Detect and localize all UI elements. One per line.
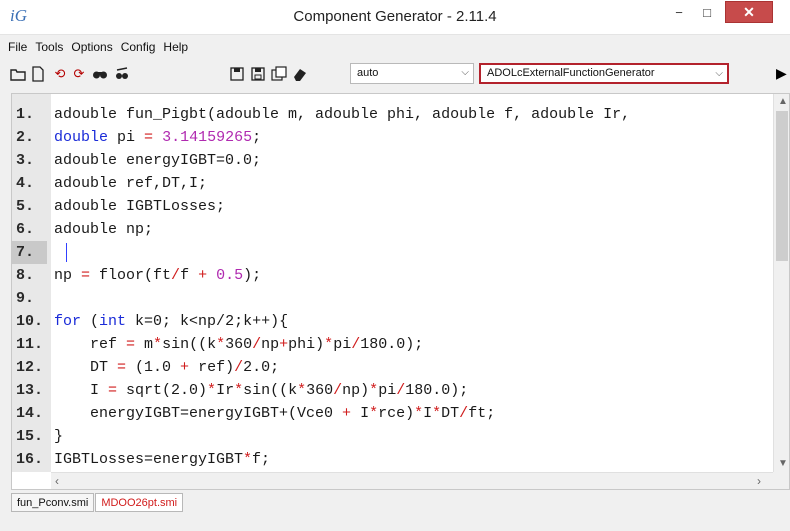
horizontal-scrollbar[interactable]: ‹ › <box>51 472 773 489</box>
code-line: 10. for (int k=0; k<np/2;k++){ <box>12 310 772 333</box>
menu-bar: File Tools Options Config Help <box>0 36 790 58</box>
scrollbar-corner <box>773 472 789 489</box>
code-text: adouble IGBTLosses; <box>54 198 226 215</box>
mode-select-value: auto <box>357 67 379 79</box>
code-line: 3. adouble energyIGBT=0.0; <box>12 149 772 172</box>
code-line: 1. adouble fun_Pigbt(adouble m, adouble … <box>12 103 772 126</box>
open-folder-icon[interactable] <box>10 66 26 82</box>
code-text: } <box>54 428 64 445</box>
menu-tools[interactable]: Tools <box>35 40 63 54</box>
generator-select[interactable]: ADOLcExternalFunctionGenerator ⌵ <box>479 63 729 84</box>
file-tabs: fun_Pconv.smi MDOO26pt.smi <box>11 493 184 513</box>
scroll-up-icon[interactable]: ▲ <box>778 96 788 107</box>
chevron-down-icon: ⌵ <box>461 67 469 78</box>
code-line: 14. energyIGBT=energyIGBT+(Vce0 + I*rce)… <box>12 402 772 425</box>
code-text: for (int k=0; k<np/2;k++){ <box>54 313 289 330</box>
text-caret <box>66 243 67 262</box>
line-number: 13. <box>16 382 44 399</box>
mode-select[interactable]: auto ⌵ <box>350 63 474 84</box>
play-icon[interactable]: ▶ <box>776 65 787 82</box>
code-line: 13. I = sqrt(2.0)*Ir*sin((k*360/np)*pi/1… <box>12 379 772 402</box>
minimize-icon: − <box>675 4 683 20</box>
line-number: 1. <box>16 106 35 123</box>
code-editor[interactable]: 1. adouble fun_Pigbt(adouble m, adouble … <box>11 93 790 490</box>
menu-help[interactable]: Help <box>163 40 188 54</box>
redo-icon[interactable]: ⟳ <box>71 66 87 82</box>
code-text: ref = m*sin((k*360/np+phi)*pi/180.0); <box>54 336 424 353</box>
undo-icon[interactable]: ⟲ <box>52 66 68 82</box>
tab-mdoo26pt[interactable]: MDOO26pt.smi <box>95 493 184 512</box>
line-number: 15. <box>16 428 44 445</box>
line-number: 11. <box>16 336 44 353</box>
line-number: 16. <box>16 451 44 468</box>
line-number: 8. <box>16 267 35 284</box>
component-generator-window: iG Component Generator - 2.11.4 − □ ✕ Fi… <box>0 0 790 531</box>
scroll-down-icon[interactable]: ▼ <box>778 458 788 469</box>
code-text: adouble energyIGBT=0.0; <box>54 152 262 169</box>
scroll-left-icon[interactable]: ‹ <box>55 474 59 488</box>
code-text: adouble ref,DT,I; <box>54 175 208 192</box>
code-line: 11. ref = m*sin((k*360/np+phi)*pi/180.0)… <box>12 333 772 356</box>
tab-fun-pconv[interactable]: fun_Pconv.smi <box>11 493 95 512</box>
code-text: double pi = 3.14159265; <box>54 129 262 146</box>
menu-file[interactable]: File <box>8 40 27 54</box>
maximize-icon: □ <box>703 4 711 20</box>
code-line: 2. double pi = 3.14159265; <box>12 126 772 149</box>
code-line: 8. np = floor(ft/f + 0.5); <box>12 264 772 287</box>
line-number: 5. <box>16 198 35 215</box>
save-all-icon[interactable] <box>271 66 287 82</box>
minimize-button[interactable]: − <box>666 1 692 23</box>
code-text: np = floor(ft/f + 0.5); <box>54 267 262 284</box>
save-as-icon[interactable] <box>250 66 266 82</box>
scroll-right-icon[interactable]: › <box>757 474 761 488</box>
line-number: 14. <box>16 405 44 422</box>
save-icon[interactable] <box>229 66 245 82</box>
line-number: 2. <box>16 129 35 146</box>
find-icon[interactable] <box>92 66 108 82</box>
line-number: 10. <box>16 313 44 330</box>
code-line: 12. DT = (1.0 + ref)/2.0; <box>12 356 772 379</box>
code-text: energyIGBT=energyIGBT+(Vce0 + I*rce)*I*D… <box>54 405 496 422</box>
close-button[interactable]: ✕ <box>725 1 773 23</box>
line-number: 7. <box>12 241 47 264</box>
chevron-down-icon: ⌵ <box>715 68 723 79</box>
menu-options[interactable]: Options <box>71 40 112 54</box>
close-icon: ✕ <box>743 3 755 20</box>
maximize-button[interactable]: □ <box>694 1 720 23</box>
line-number: 4. <box>16 175 35 192</box>
new-file-icon[interactable] <box>30 66 46 82</box>
code-line: 6. adouble np; <box>12 218 772 241</box>
scrollbar-thumb[interactable] <box>776 111 788 261</box>
code-text: adouble np; <box>54 221 154 238</box>
code-line: 9. <box>12 287 772 310</box>
code-line: 4. adouble ref,DT,I; <box>12 172 772 195</box>
menu-config[interactable]: Config <box>121 40 156 54</box>
code-text: adouble fun_Pigbt(adouble m, adouble phi… <box>54 106 631 123</box>
line-number: 9. <box>16 290 35 307</box>
code-line: 16. IGBTLosses=energyIGBT*f; <box>12 448 772 471</box>
code-line-current: 7. <box>12 241 772 264</box>
find-replace-icon[interactable] <box>114 66 130 82</box>
code-text: IGBTLosses=energyIGBT*f; <box>54 451 271 468</box>
code-text: I = sqrt(2.0)*Ir*sin((k*360/np)*pi/180.0… <box>54 382 469 399</box>
vertical-scrollbar[interactable]: ▲ ▼ <box>773 94 789 472</box>
line-number: 12. <box>16 359 44 376</box>
code-line: 5. adouble IGBTLosses; <box>12 195 772 218</box>
code-line: 15. } <box>12 425 772 448</box>
toolbar: ⟲ ⟳ auto ⌵ ADOLcExternalFunctionGenerato… <box>0 58 790 90</box>
line-number: 6. <box>16 221 35 238</box>
eraser-icon[interactable] <box>292 66 308 82</box>
title-bar: iG Component Generator - 2.11.4 − □ ✕ <box>0 0 790 35</box>
code-text: DT = (1.0 + ref)/2.0; <box>54 359 280 376</box>
line-number: 3. <box>16 152 35 169</box>
generator-select-value: ADOLcExternalFunctionGenerator <box>487 67 655 79</box>
